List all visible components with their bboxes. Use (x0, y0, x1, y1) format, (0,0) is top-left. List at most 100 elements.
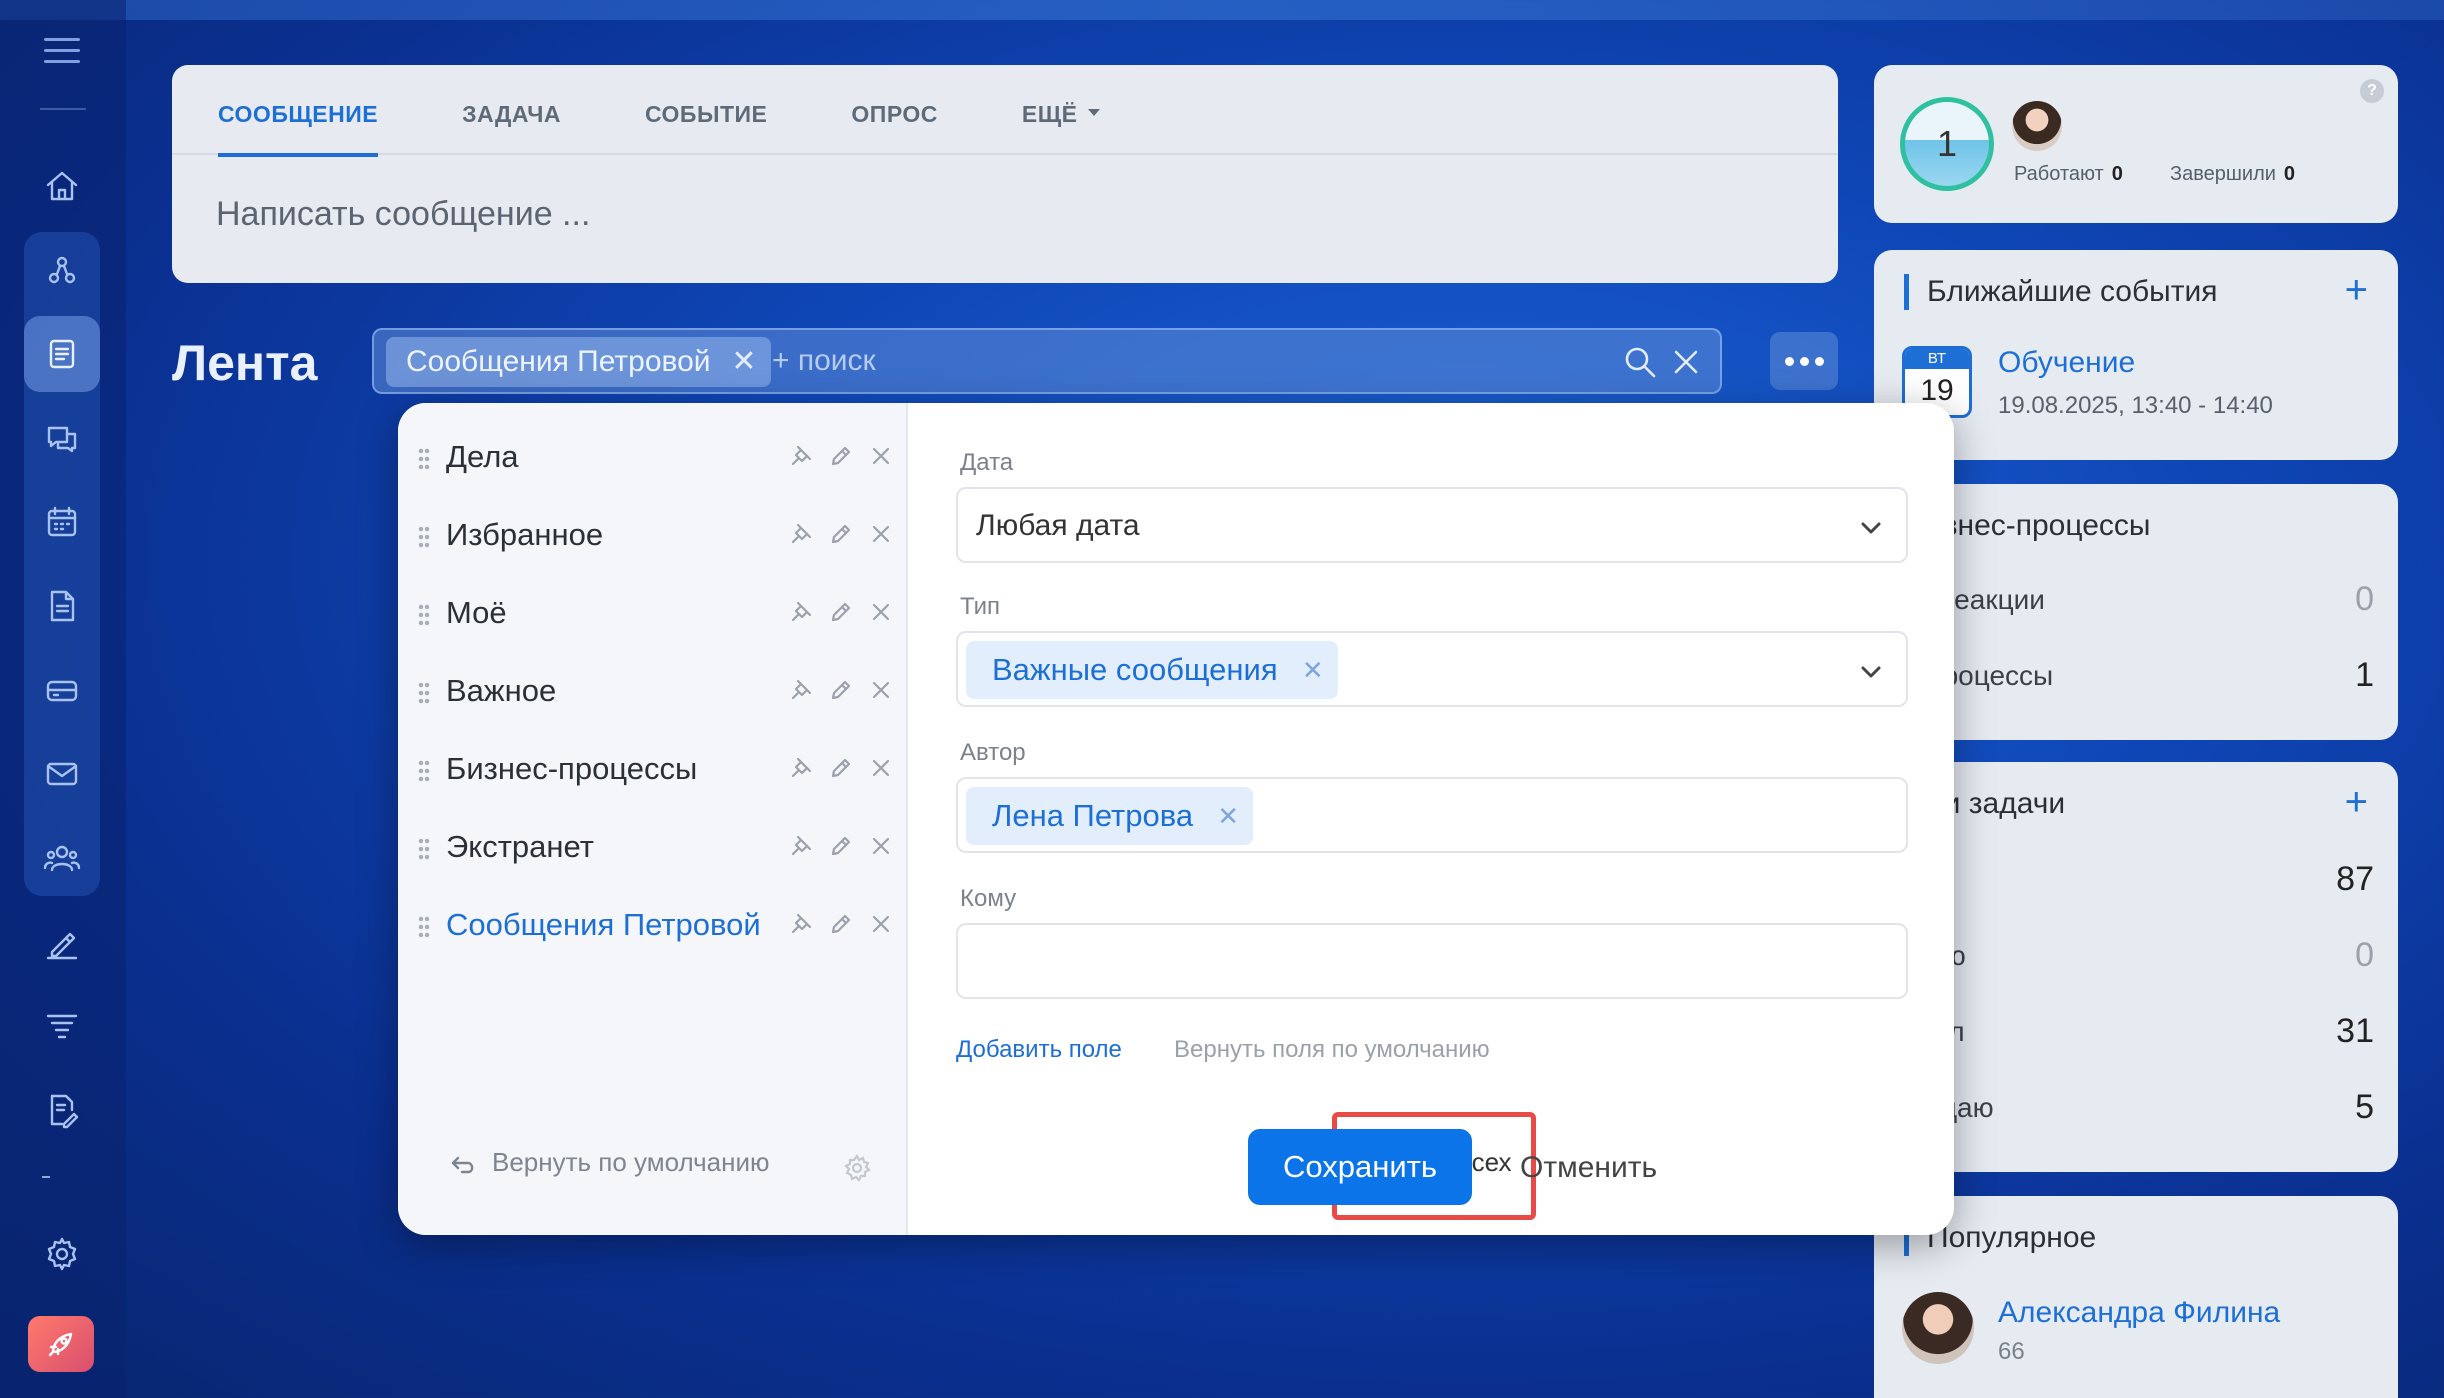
close-icon[interactable] (868, 911, 896, 939)
feed-icon[interactable] (24, 316, 100, 392)
pencil-icon[interactable] (828, 833, 856, 861)
filter-chip[interactable]: Сообщения Петровой ✕ (386, 337, 771, 387)
pin-icon[interactable] (788, 911, 816, 939)
tab-event[interactable]: СОБЫТИЕ (645, 65, 767, 155)
avatar[interactable] (2012, 101, 2062, 151)
author-chip[interactable]: Лена Петрова ✕ (966, 787, 1254, 845)
preset-item[interactable]: Дела (398, 423, 908, 493)
drag-handle-icon[interactable] (418, 915, 430, 939)
list-item-count: 0 (2355, 580, 2374, 618)
feed-search-bar[interactable]: Сообщения Петровой ✕ + поиск (372, 328, 1722, 394)
pencil-icon[interactable] (828, 599, 856, 627)
tab-message[interactable]: СООБЩЕНИЕ (218, 65, 379, 157)
workflow-icon[interactable] (24, 232, 100, 308)
preset-item[interactable]: Важное (398, 657, 908, 727)
pin-icon[interactable] (788, 599, 816, 627)
reset-fields-link[interactable]: Вернуть поля по умолчанию (1174, 1036, 1490, 1064)
message-input[interactable]: Написать сообщение ... (172, 155, 1838, 234)
pencil-icon[interactable] (828, 911, 856, 939)
tab-task[interactable]: ЗАДАЧА (462, 65, 561, 155)
preset-item[interactable]: Избранное (398, 501, 908, 571)
home-icon[interactable] (24, 148, 100, 224)
gear-icon[interactable] (842, 1153, 872, 1183)
funnel-icon[interactable] (24, 988, 100, 1064)
widget-title: Ближайшие события (1904, 274, 2217, 310)
pin-icon[interactable] (788, 443, 816, 471)
chip-remove-icon[interactable]: ✕ (731, 337, 756, 387)
drag-handle-icon[interactable] (418, 681, 430, 705)
close-icon[interactable] (868, 677, 896, 705)
undo-icon (451, 1156, 474, 1173)
status-counter[interactable]: 1 (1900, 97, 1994, 191)
pencil-icon[interactable] (828, 443, 856, 471)
close-icon[interactable] (1668, 344, 1704, 380)
pin-icon[interactable] (788, 833, 816, 861)
chip-remove-icon[interactable]: ✕ (1217, 787, 1239, 845)
drag-handle-icon[interactable] (418, 603, 430, 627)
page-title: Лента (172, 335, 318, 391)
pencil-icon[interactable] (828, 755, 856, 783)
drag-handle-icon[interactable] (418, 525, 430, 549)
list-item-count: 31 (2336, 1012, 2374, 1050)
help-icon[interactable]: ? (2360, 79, 2384, 103)
close-icon[interactable] (868, 443, 896, 471)
add-event-button[interactable]: + (2345, 270, 2368, 310)
tab-poll[interactable]: ОПРОС (851, 65, 937, 155)
chevron-down-icon (1858, 659, 1884, 685)
chip-remove-icon[interactable]: ✕ (1302, 641, 1324, 699)
close-icon[interactable] (868, 755, 896, 783)
list-item-count: 5 (2355, 1088, 2374, 1126)
field-label-author: Автор (960, 739, 1026, 766)
preset-item[interactable]: Бизнес-процессы (398, 735, 908, 805)
field-label-date: Дата (960, 449, 1014, 476)
drag-handle-icon[interactable] (418, 447, 430, 471)
pin-icon[interactable] (788, 755, 816, 783)
popular-user-link[interactable]: Александра Филина (1998, 1296, 2280, 1330)
finished-count: Завершили 0 (2170, 163, 2296, 185)
preset-item[interactable]: Экстранет (398, 813, 908, 883)
field-label-to: Кому (960, 885, 1017, 912)
filter-modal: Дела Избранное Моё Важное Бизнес-процесс… (398, 403, 1954, 1235)
type-chip[interactable]: Важные сообщения ✕ (966, 641, 1338, 699)
pin-icon[interactable] (788, 677, 816, 705)
close-icon[interactable] (868, 833, 896, 861)
save-button[interactable]: Сохранить (1248, 1129, 1472, 1205)
close-icon[interactable] (868, 521, 896, 549)
add-field-link[interactable]: Добавить поле (956, 1036, 1122, 1064)
calendar-icon[interactable] (24, 484, 100, 560)
settings-icon[interactable] (24, 1216, 100, 1292)
pencil-icon[interactable] (828, 677, 856, 705)
search-input[interactable]: + поиск (772, 344, 876, 378)
to-field[interactable] (956, 923, 1908, 999)
cancel-button[interactable]: Отменить (1520, 1151, 1657, 1185)
search-icon[interactable] (1622, 344, 1658, 380)
sign-icon[interactable] (24, 904, 100, 980)
chat-icon[interactable] (24, 400, 100, 476)
avatar[interactable] (1902, 1292, 1974, 1364)
drag-handle-icon[interactable] (418, 837, 430, 861)
author-field[interactable]: Лена Петрова ✕ (956, 777, 1908, 853)
composer-tabs: СООБЩЕНИЕ ЗАДАЧА СОБЫТИЕ ОПРОС ЕЩЁ (172, 65, 1838, 157)
rocket-icon[interactable] (28, 1316, 94, 1372)
more-options-button[interactable] (1770, 332, 1838, 390)
reset-presets-button[interactable]: Вернуть по умолчанию (448, 1147, 770, 1178)
type-select[interactable]: Важные сообщения ✕ (956, 631, 1908, 707)
preset-item[interactable]: Моё (398, 579, 908, 649)
mail-icon[interactable] (24, 736, 100, 812)
date-select[interactable]: Любая дата (956, 487, 1908, 563)
event-link[interactable]: Обучение (1998, 346, 2135, 380)
top-strip (0, 0, 2444, 20)
menu-icon[interactable] (44, 38, 80, 66)
pencil-icon[interactable] (828, 521, 856, 549)
sidebar-divider (40, 108, 86, 110)
pin-icon[interactable] (788, 521, 816, 549)
drag-handle-icon[interactable] (418, 759, 430, 783)
document-icon[interactable] (24, 568, 100, 644)
team-icon[interactable] (24, 820, 100, 896)
close-icon[interactable] (868, 599, 896, 627)
add-task-button[interactable]: + (2345, 782, 2368, 822)
tab-more[interactable]: ЕЩЁ (1022, 65, 1100, 155)
doc-edit-icon[interactable] (24, 1072, 100, 1148)
preset-item-active[interactable]: Сообщения Петровой (398, 891, 908, 961)
drive-icon[interactable] (24, 652, 100, 728)
